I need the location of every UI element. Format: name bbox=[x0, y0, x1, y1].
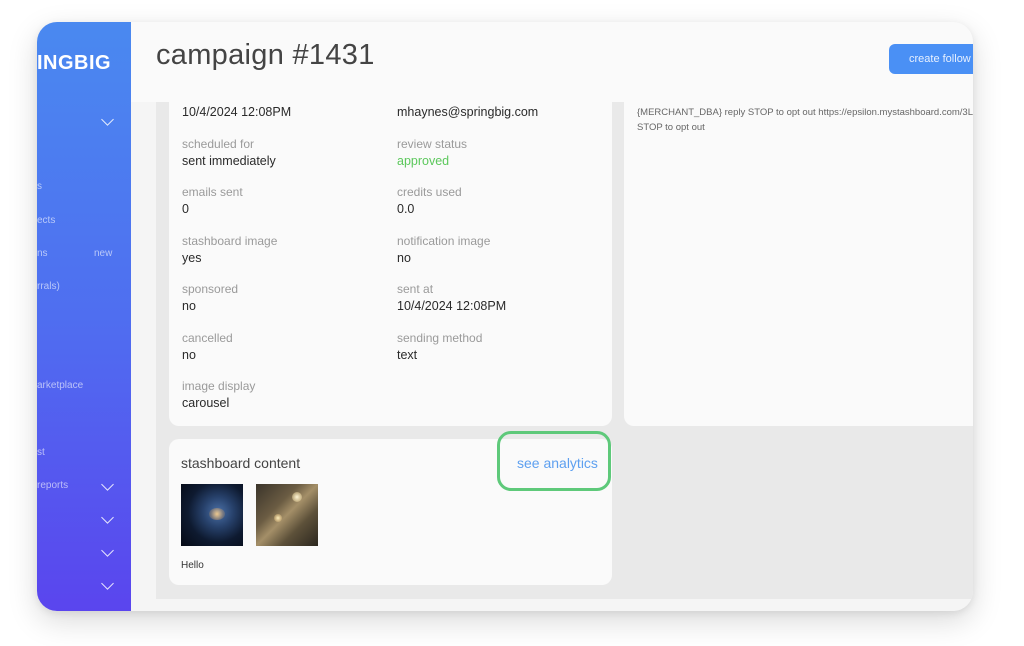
field-label: emails sent bbox=[182, 185, 243, 199]
page-header: campaign #1431 create follow bbox=[131, 22, 973, 102]
content-area: 10/4/2024 12:08PM mhaynes@springbig.com … bbox=[156, 102, 973, 599]
brand-logo: INGBIG bbox=[37, 52, 112, 74]
new-badge: new bbox=[94, 248, 113, 259]
field-value: no bbox=[182, 348, 196, 362]
stashboard-content-title: stashboard content bbox=[181, 455, 301, 471]
field-label: notification image bbox=[397, 234, 491, 248]
created-by-value: mhaynes@springbig.com bbox=[397, 105, 539, 119]
sidebar-item-4[interactable]: rrals) bbox=[37, 281, 60, 292]
sidebar-item-marketplace[interactable]: arketplace bbox=[37, 380, 83, 391]
chevron-down-icon[interactable] bbox=[101, 478, 114, 491]
field-label: scheduled for bbox=[182, 137, 255, 151]
see-analytics-link[interactable]: see analytics bbox=[517, 455, 598, 471]
sidebar-item-2[interactable]: ects bbox=[37, 215, 55, 226]
field-label: sent at bbox=[397, 282, 434, 296]
campaign-details-card: 10/4/2024 12:08PM mhaynes@springbig.com … bbox=[169, 102, 612, 426]
message-line: STOP to opt out bbox=[637, 122, 705, 133]
field-value: text bbox=[397, 348, 418, 362]
created-at-value: 10/4/2024 12:08PM bbox=[182, 105, 292, 119]
field-value: sent immediately bbox=[182, 154, 276, 168]
stashboard-caption: Hello bbox=[181, 560, 204, 571]
field-value: no bbox=[182, 299, 196, 313]
field-value: carousel bbox=[182, 396, 230, 410]
field-label: sponsored bbox=[182, 282, 239, 296]
stashboard-content-card: stashboard content see analytics Hello bbox=[169, 431, 612, 585]
message-preview-card: {MERCHANT_DBA} reply STOP to opt out htt… bbox=[624, 102, 973, 426]
sidebar-item-6[interactable]: st bbox=[37, 447, 45, 458]
chevron-down-icon[interactable] bbox=[101, 113, 114, 126]
app-window: INGBIG s ects ns new rrals) arketplace s… bbox=[37, 22, 973, 611]
field-label: review status bbox=[397, 137, 468, 151]
lights-image-thumbnail[interactable] bbox=[256, 484, 318, 546]
field-value: 0.0 bbox=[397, 202, 415, 216]
sidebar-item-reports[interactable]: reports bbox=[37, 480, 68, 491]
field-label: cancelled bbox=[182, 331, 233, 345]
chevron-down-icon[interactable] bbox=[101, 577, 114, 590]
chevron-down-icon[interactable] bbox=[101, 511, 114, 524]
page-title: campaign #1431 bbox=[156, 39, 375, 71]
review-status-value: approved bbox=[397, 154, 450, 168]
field-value: yes bbox=[182, 251, 202, 265]
chevron-down-icon[interactable] bbox=[101, 544, 114, 557]
field-label: credits used bbox=[397, 185, 462, 199]
field-value: 0 bbox=[182, 202, 189, 216]
sidebar-item-3[interactable]: ns bbox=[37, 248, 48, 259]
field-value: 10/4/2024 12:08PM bbox=[397, 299, 507, 313]
field-label: image display bbox=[182, 379, 256, 393]
field-value: no bbox=[397, 251, 411, 265]
message-text: {MERCHANT_DBA} reply STOP to opt out htt… bbox=[637, 105, 973, 135]
sidebar-item-1[interactable]: s bbox=[37, 181, 42, 192]
field-label: stashboard image bbox=[182, 234, 278, 248]
earth-image-thumbnail[interactable] bbox=[181, 484, 243, 546]
field-label: sending method bbox=[397, 331, 483, 345]
sidebar: INGBIG s ects ns new rrals) arketplace s… bbox=[37, 22, 131, 611]
message-line: {MERCHANT_DBA} reply STOP to opt out htt… bbox=[637, 107, 973, 118]
main-content: campaign #1431 create follow 10/4/2024 1… bbox=[131, 22, 973, 611]
create-follow-up-button[interactable]: create follow bbox=[889, 44, 973, 74]
